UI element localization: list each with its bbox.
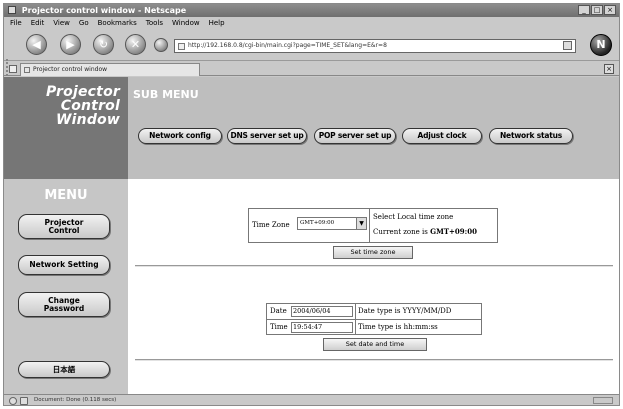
network-config-button[interactable]: Network config: [138, 128, 222, 144]
time-row: Time 19:54:47 Time type is hh:mm:ss: [267, 319, 481, 334]
timezone-label: Time Zone: [252, 221, 290, 229]
security-lock-icon[interactable]: [20, 397, 28, 405]
window-controls: _ □ ×: [578, 5, 616, 15]
browser-window: Projector control window - Netscape _ □ …: [3, 3, 620, 406]
reload-icon: ↻: [98, 38, 109, 51]
forward-button[interactable]: ▶: [60, 34, 81, 55]
page-content: Projector Control Window SUB MENU Networ…: [4, 77, 619, 394]
menu-edit[interactable]: Edit: [31, 19, 45, 27]
timezone-divider: [369, 209, 370, 243]
divider-2: [135, 359, 613, 361]
menu-go[interactable]: Go: [79, 19, 89, 27]
projector-control-button[interactable]: Projector Control: [18, 214, 110, 239]
home-button[interactable]: [154, 38, 168, 52]
menu-view[interactable]: View: [53, 19, 70, 27]
pop-server-setup-button[interactable]: POP server set up: [314, 128, 396, 144]
back-arrow-icon: ◀: [32, 38, 41, 51]
connection-icon: [9, 397, 17, 405]
status-bar: Document: Done (0.118 secs): [4, 394, 619, 406]
stop-button[interactable]: ✕: [125, 34, 146, 55]
navigation-toolbar: ◀ ▶ ↻ ✕ http://192.168.0.8/cgi-bin/main.…: [4, 29, 619, 83]
time-input[interactable]: 19:54:47: [291, 322, 353, 333]
tab-bar: Projector control window ×: [4, 62, 619, 76]
close-tab-button[interactable]: ×: [604, 64, 614, 74]
brand-panel: Projector Control Window: [4, 77, 128, 179]
menu-bookmarks[interactable]: Bookmarks: [98, 19, 137, 27]
close-button[interactable]: ×: [604, 5, 616, 15]
reload-button[interactable]: ↻: [93, 34, 114, 55]
title-bar: Projector control window - Netscape _ □ …: [4, 4, 619, 17]
brand-line-3: Window: [56, 112, 120, 128]
timezone-select[interactable]: GMT+09:00 ▼: [297, 217, 367, 230]
minimize-button[interactable]: _: [578, 5, 590, 15]
submenu-title: SUB MENU: [133, 88, 199, 101]
projector-control-line-2: Control: [48, 225, 80, 235]
change-password-line-2: Password: [43, 303, 85, 313]
change-password-button[interactable]: Change Password: [18, 292, 110, 317]
set-time-zone-button[interactable]: Set time zone: [333, 246, 413, 259]
set-date-and-time-button[interactable]: Set date and time: [323, 338, 427, 351]
current-zone-prefix: Current zone is: [373, 228, 431, 236]
date-time-table: Date 2004/06/04 Date type is YYYY/MM/DD …: [266, 303, 482, 335]
current-zone-text: Current zone is GMT+09:00: [373, 227, 477, 236]
status-text: Document: Done (0.118 secs): [34, 397, 117, 403]
date-input[interactable]: 2004/06/04: [291, 306, 353, 317]
tab-label: Projector control window: [33, 66, 108, 73]
network-setting-button[interactable]: Network Setting: [18, 255, 110, 275]
window-title: Projector control window - Netscape: [21, 6, 187, 15]
address-bar[interactable]: http://192.168.0.8/cgi-bin/main.cgi?page…: [174, 39, 576, 53]
menu-file[interactable]: File: [10, 19, 22, 27]
menu-bar: File Edit View Go Bookmarks Tools Window…: [4, 17, 619, 29]
current-zone-value: GMT+09:00: [430, 227, 477, 236]
page-icon: [178, 43, 185, 50]
forward-arrow-icon: ▶: [66, 38, 75, 51]
date-row: Date 2004/06/04 Date type is YYYY/MM/DD: [267, 304, 481, 319]
japanese-language-button[interactable]: 日本語: [18, 361, 110, 378]
timezone-hint: Select Local time zone: [373, 213, 454, 221]
brand-line-1: Projector: [46, 84, 120, 100]
menu-tools[interactable]: Tools: [146, 19, 163, 27]
chevron-down-icon[interactable]: ▼: [356, 218, 366, 229]
network-status-button[interactable]: Network status: [489, 128, 573, 144]
menu-title: MENU: [44, 188, 88, 203]
divider-1: [135, 265, 613, 267]
menu-window[interactable]: Window: [172, 19, 200, 27]
app-icon: [8, 6, 16, 14]
timezone-selected: GMT+09:00: [300, 220, 335, 226]
time-format-hint: Time type is hh:mm:ss: [358, 323, 438, 331]
brand-line-2: Control: [60, 98, 120, 114]
tab-page-icon: [24, 67, 30, 73]
japanese-language-label: 日本語: [52, 364, 76, 374]
back-button[interactable]: ◀: [26, 34, 47, 55]
date-label: Date: [270, 307, 287, 315]
stop-icon: ✕: [130, 38, 141, 51]
left-menu: MENU Projector Control Network Setting C…: [4, 179, 128, 394]
address-url: http://192.168.0.8/cgi-bin/main.cgi?page…: [188, 42, 387, 49]
online-status-icon: [593, 397, 613, 404]
main-panel: Time Zone GMT+09:00 ▼ Select Local time …: [128, 179, 619, 394]
date-format-hint: Date type is YYYY/MM/DD: [358, 307, 452, 315]
new-tab-icon[interactable]: [9, 65, 17, 73]
timezone-table: Time Zone GMT+09:00 ▼ Select Local time …: [248, 208, 498, 243]
menu-help[interactable]: Help: [209, 19, 225, 27]
network-setting-label: Network Setting: [29, 260, 99, 269]
netscape-logo-icon: N: [590, 34, 612, 56]
dns-server-setup-button[interactable]: DNS server set up: [227, 128, 307, 144]
adjust-clock-button[interactable]: Adjust clock: [402, 128, 482, 144]
maximize-button[interactable]: □: [591, 5, 603, 15]
submenu-bar: SUB MENU Network config DNS server set u…: [128, 77, 619, 179]
tab-projector-control[interactable]: Projector control window: [20, 63, 200, 76]
time-label: Time: [270, 323, 288, 331]
go-button[interactable]: [563, 41, 572, 50]
